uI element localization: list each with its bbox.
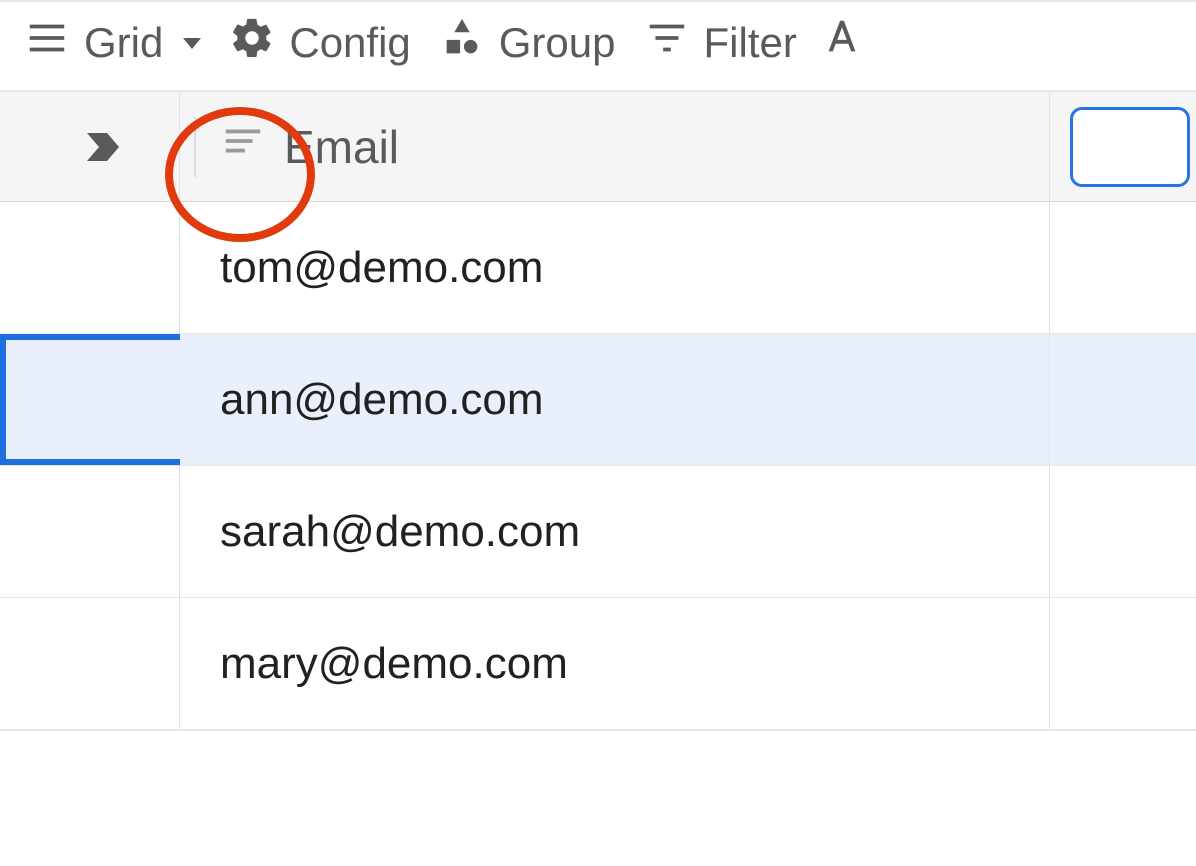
email-header-label: Email (284, 120, 399, 174)
chevron-tag-right-icon (79, 123, 127, 171)
caret-down-icon (183, 38, 201, 49)
view-mode-dropdown[interactable]: Grid (24, 15, 201, 71)
view-mode-label: Grid (84, 19, 163, 67)
next-cell[interactable] (1050, 202, 1196, 333)
row-handle-cell[interactable] (0, 598, 180, 729)
table-row[interactable]: mary@demo.com (0, 598, 1196, 730)
next-cell[interactable] (1050, 598, 1196, 729)
shapes-icon (439, 15, 485, 71)
email-cell[interactable]: mary@demo.com (180, 598, 1050, 729)
config-label: Config (289, 19, 410, 67)
column-separator (194, 117, 196, 177)
expand-column-button[interactable] (49, 92, 179, 201)
email-cell[interactable]: ann@demo.com (180, 334, 1050, 465)
group-label: Group (499, 19, 616, 67)
row-handle-header (0, 92, 180, 201)
font-icon (819, 15, 865, 71)
table-row[interactable]: ann@demo.com (0, 334, 1196, 466)
table-row[interactable]: tom@demo.com (0, 202, 1196, 334)
filter-label: Filter (704, 19, 797, 67)
column-search-input[interactable] (1070, 107, 1190, 187)
font-button-partial[interactable] (819, 15, 865, 71)
filter-button[interactable]: Filter (644, 15, 797, 71)
row-handle-cell[interactable] (0, 202, 180, 333)
row-handle-cell[interactable] (0, 466, 180, 597)
next-column-header[interactable] (1050, 92, 1196, 201)
email-column-header[interactable]: Email (180, 92, 1050, 201)
row-handle-cell[interactable] (0, 334, 180, 465)
email-value: ann@demo.com (220, 375, 544, 425)
email-value: tom@demo.com (220, 243, 543, 293)
toolbar: Grid Config Group Filter (0, 0, 1196, 92)
email-value: sarah@demo.com (220, 507, 580, 557)
gear-icon (229, 15, 275, 71)
group-button[interactable]: Group (439, 15, 616, 71)
list-icon (24, 15, 70, 71)
email-cell[interactable]: tom@demo.com (180, 202, 1050, 333)
email-value: mary@demo.com (220, 639, 568, 689)
data-grid: Email tom@demo.com ann@demo.com sarah@demo… (0, 92, 1196, 790)
text-field-icon (220, 118, 266, 175)
column-header-row: Email (0, 92, 1196, 202)
filter-icon (644, 15, 690, 71)
grid-footer (0, 730, 1196, 790)
next-cell[interactable] (1050, 334, 1196, 465)
config-button[interactable]: Config (229, 15, 410, 71)
email-cell[interactable]: sarah@demo.com (180, 466, 1050, 597)
next-cell[interactable] (1050, 466, 1196, 597)
table-row[interactable]: sarah@demo.com (0, 466, 1196, 598)
